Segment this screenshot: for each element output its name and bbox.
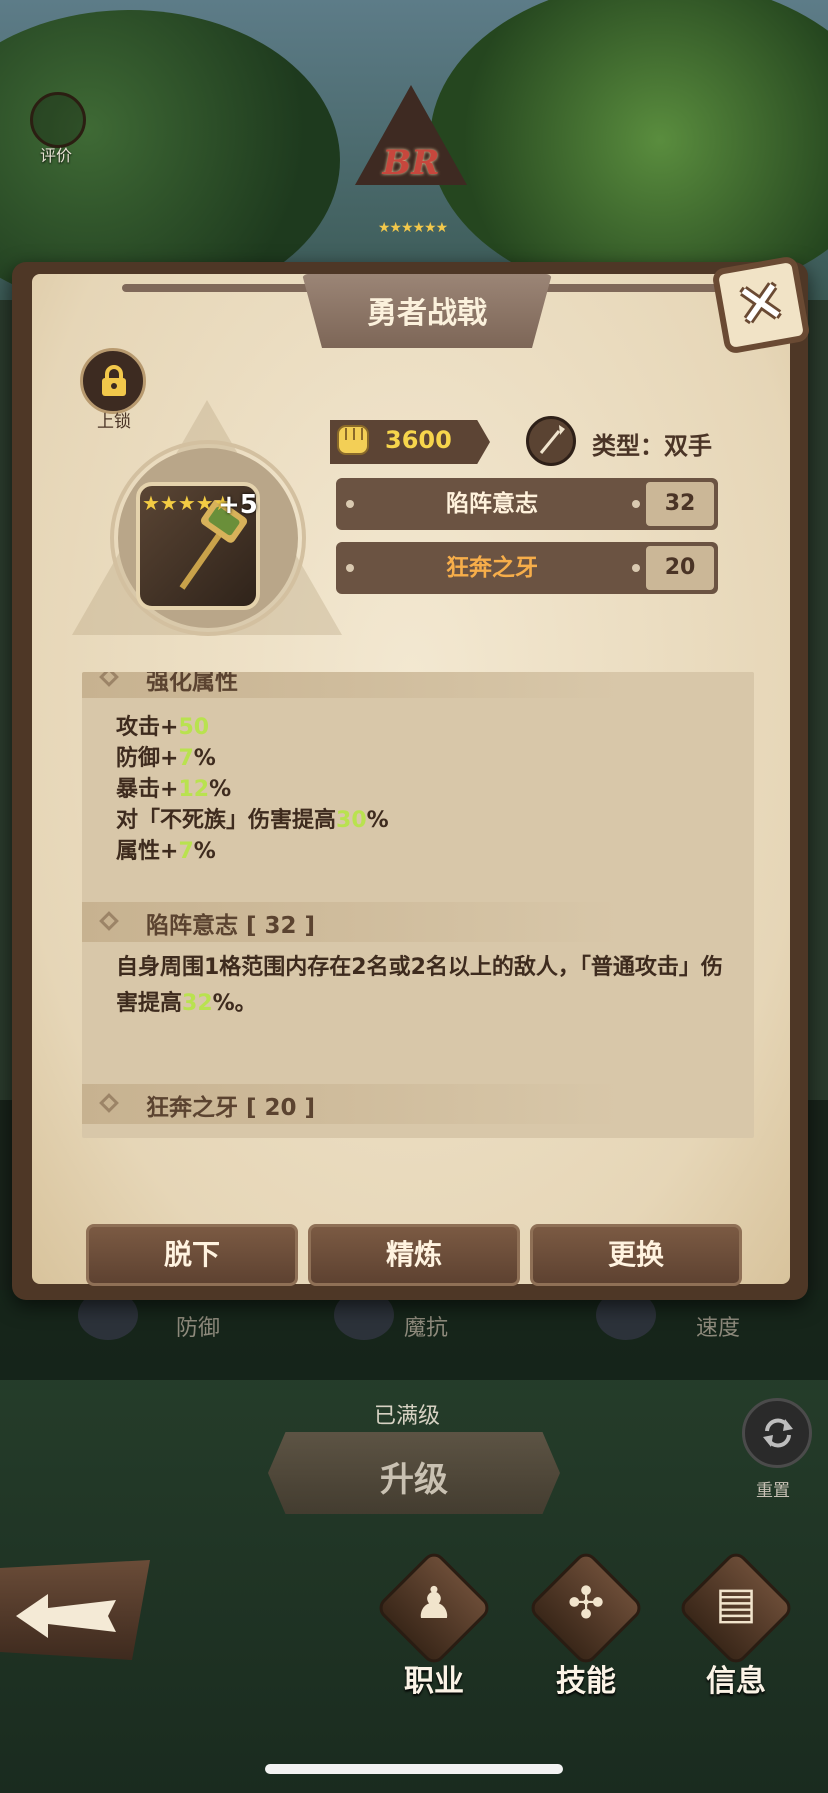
nav-skill-label: 技能 (556, 1664, 616, 1699)
row-dot-right (632, 564, 640, 572)
item-enhance-level: +5 (218, 490, 258, 520)
attribute-name-1: 陷阵意志 (446, 491, 538, 517)
fist-icon (337, 425, 369, 455)
diamond-icon (99, 1093, 119, 1113)
rank-text: BR (382, 143, 440, 183)
item-stars: ★★★★★ (142, 492, 232, 514)
section-skill1-title: 陷阵意志 [ 32 ] (146, 913, 316, 939)
row-dot-right (632, 500, 640, 508)
attribute-value-2: 20 (646, 546, 714, 590)
section-skill2-title: 狂奔之牙 [ 20 ] (146, 1095, 316, 1121)
unequip-button[interactable]: 脱下 (86, 1224, 298, 1286)
nav-info-label: 信息 (706, 1664, 766, 1699)
attribute-name-2: 狂奔之牙 (446, 555, 538, 581)
enhance-line: 防御+7% (116, 746, 216, 771)
unequip-label: 脱下 (163, 1238, 220, 1271)
section-enhance-title: 强化属性 (146, 672, 238, 695)
evaluate-label: 评价 (40, 146, 73, 165)
enhance-line: 对「不死族」伤害提高30% (116, 808, 389, 833)
refine-button[interactable]: 精炼 (308, 1224, 520, 1286)
upgrade-label: 升级 (380, 1460, 448, 1500)
replace-button[interactable]: 更换 (530, 1224, 742, 1286)
modal-title: 勇者战戟 (367, 296, 487, 331)
power-value: 3600 (385, 426, 452, 454)
home-indicator[interactable] (265, 1764, 563, 1774)
skill-rune-icon: ✣ (567, 1578, 605, 1629)
close-icon: ✕ (730, 266, 791, 342)
refine-label: 精炼 (385, 1238, 442, 1271)
attribute-row-1[interactable]: 陷阵意志 32 (336, 478, 718, 530)
rank-stars: ★★★★★★ (377, 220, 448, 236)
spear-icon (539, 425, 565, 454)
reset-label: 重置 (756, 1481, 790, 1501)
chess-piece-icon: ♟ (414, 1578, 454, 1629)
evaluate-button[interactable] (30, 92, 86, 148)
diamond-icon (99, 911, 119, 931)
section-enhance-header: 强化属性 (82, 672, 754, 698)
reset-button[interactable] (742, 1398, 812, 1468)
close-button[interactable]: ✕ (711, 255, 811, 355)
nav-info[interactable]: ▤ 信息 (676, 1548, 798, 1699)
section-skill2-header: 狂奔之牙 [ 20 ] (82, 1084, 754, 1124)
nav-skill[interactable]: ✣ 技能 (526, 1548, 648, 1699)
enhance-line: 属性+7% (116, 839, 216, 864)
attribute-value-1: 32 (646, 482, 714, 526)
rank-badge: BR (355, 85, 467, 197)
document-icon: ▤ (715, 1578, 757, 1629)
section-skill1-header: 陷阵意志 [ 32 ] (82, 902, 754, 942)
description-panel[interactable]: 强化属性 攻击+50 防御+7% 暴击+12% 对「不死族」伤害提高30% 属性… (82, 672, 754, 1138)
enhance-line: 攻击+50 (116, 715, 210, 740)
refresh-icon (763, 1418, 793, 1448)
maxed-label: 已满级 (374, 1404, 441, 1429)
stat-defense: 防御 (176, 1316, 221, 1341)
stat-speed: 速度 (696, 1316, 741, 1341)
lock-icon (102, 365, 126, 396)
enhance-line: 暴击+12% (116, 777, 232, 802)
nav-class[interactable]: ♟ 职业 (374, 1548, 496, 1699)
diamond-icon (99, 672, 119, 687)
spear-type-icon (526, 416, 576, 466)
nav-class-label: 职业 (404, 1664, 464, 1699)
stat-magic-resist: 魔抗 (404, 1316, 449, 1341)
modal-button-bar: 脱下 精炼 更换 (86, 1224, 750, 1288)
skill1-description: 自身周围1格范围内存在2名或2名以上的敌人，「普通攻击」伤害提高32%。 (116, 955, 723, 1016)
weapon-type-label: 类型：双手 (592, 432, 712, 460)
replace-label: 更换 (607, 1238, 664, 1271)
attribute-row-2[interactable]: 狂奔之牙 20 (336, 542, 718, 594)
back-arrow-icon (16, 1594, 116, 1638)
evaluate-ring-icon (30, 92, 86, 148)
